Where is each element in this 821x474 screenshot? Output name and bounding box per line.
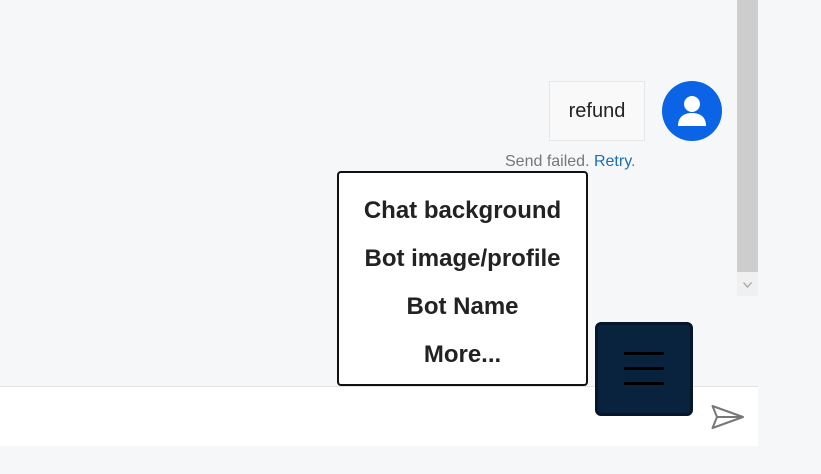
send-failed-text: Send failed. — [505, 153, 590, 170]
vertical-scrollbar[interactable] — [737, 0, 758, 296]
user-message-bubble: refund — [549, 81, 645, 141]
menu-item-bot-name[interactable]: Bot Name — [406, 287, 518, 335]
status-period: . — [631, 153, 636, 170]
hamburger-menu-icon — [624, 352, 664, 385]
scrollbar-thumb[interactable] — [737, 0, 758, 272]
send-button[interactable] — [710, 402, 746, 432]
menu-item-bot-image-profile[interactable]: Bot image/profile — [364, 239, 560, 287]
menu-item-chat-background[interactable]: Chat background — [364, 191, 561, 239]
page-margin — [758, 0, 821, 474]
menu-item-more[interactable]: More... — [424, 335, 501, 383]
user-icon — [678, 96, 706, 126]
menu-toggle-button[interactable] — [595, 322, 693, 416]
scroll-down-arrow-icon[interactable] — [737, 274, 758, 296]
settings-menu: Chat background Bot image/profile Bot Na… — [337, 171, 588, 386]
retry-link[interactable]: Retry — [594, 153, 631, 170]
message-status: Send failed. Retry. — [505, 153, 635, 171]
send-icon — [711, 405, 744, 429]
user-avatar — [662, 81, 722, 141]
user-message-text: refund — [568, 99, 626, 122]
